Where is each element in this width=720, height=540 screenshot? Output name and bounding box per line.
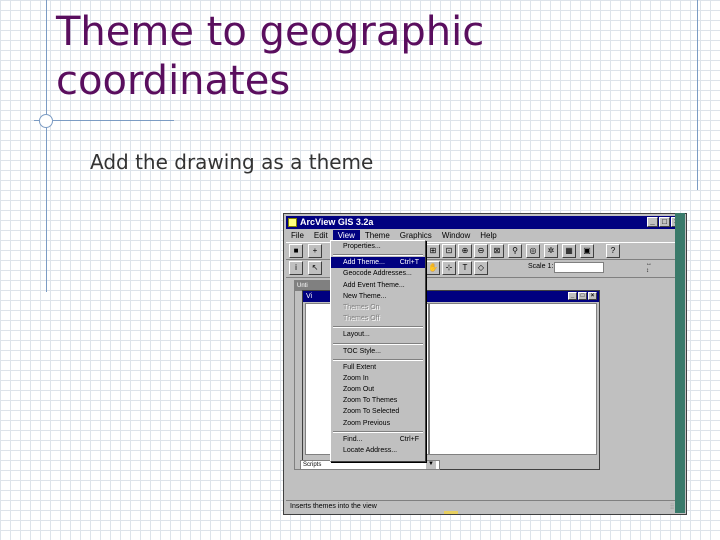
- zoom-themes-icon[interactable]: ⊡: [442, 244, 456, 258]
- coordinate-readout-icon: ↔ ↕: [646, 261, 652, 274]
- chart-icon[interactable]: ▦: [562, 244, 576, 258]
- app-title: ArcView GIS 3.2a: [300, 217, 374, 227]
- menu-item-label: Zoom In: [343, 374, 369, 382]
- menu-item-label: Zoom Out: [343, 386, 375, 394]
- menu-item-label: Zoom To Themes: [343, 397, 398, 405]
- menu-item-themes-off[interactable]: Themes Off: [331, 313, 425, 324]
- text-tool-icon[interactable]: T: [458, 261, 472, 275]
- measure-icon[interactable]: ⊹: [442, 261, 456, 275]
- status-text: Inserts themes into the view: [290, 503, 377, 510]
- save-icon[interactable]: ■: [289, 244, 303, 258]
- menu-item-properties[interactable]: Properties...: [331, 241, 425, 252]
- menu-item-zoom-out[interactable]: Zoom Out: [331, 384, 425, 395]
- menu-item-add-theme[interactable]: Add Theme... Ctrl+T: [331, 257, 425, 269]
- find-icon[interactable]: ⚲: [508, 244, 522, 258]
- menu-item-label: Layout...: [343, 331, 370, 339]
- menu-item-label: Full Extent: [343, 363, 377, 371]
- arcview-screenshot: ArcView GIS 3.2a _ □ × FileEditViewTheme…: [283, 213, 687, 515]
- menu-item-label: Find...: [343, 435, 363, 443]
- add-theme-icon[interactable]: +: [308, 244, 322, 258]
- decorative-vertical-line: [46, 0, 47, 292]
- menu-item-shortcut: Ctrl+F: [399, 435, 419, 443]
- menu-item-label: TOC Style...: [343, 347, 381, 355]
- menu-item-toc-style[interactable]: TOC Style...: [331, 346, 425, 357]
- menu-item-shortcut: Ctrl+T: [399, 259, 419, 267]
- bullet-text: Add the drawing as a theme: [90, 150, 374, 174]
- slide-title-line2: coordinates: [56, 58, 291, 104]
- menu-item-label: Themes On: [343, 303, 380, 311]
- view-window-title-text: Vi: [306, 293, 313, 300]
- menu-item-add-event-theme[interactable]: Add Event Theme...: [331, 280, 425, 291]
- view-close-button[interactable]: ×: [588, 292, 597, 300]
- slide-title: Theme to geographic coordinates: [56, 8, 616, 106]
- decorative-circle: [39, 114, 53, 128]
- slide-title-line1: Theme to geographic: [56, 9, 485, 55]
- menu-file[interactable]: File: [286, 230, 309, 242]
- decorative-right-line: [697, 0, 698, 190]
- status-bar: Inserts themes into the view ⁞⁞: [286, 500, 684, 512]
- screenshot-right-strip: [675, 213, 685, 513]
- scale-label: Scale 1:: [528, 263, 554, 270]
- chevron-down-icon[interactable]: ▼: [426, 461, 436, 469]
- decorative-horizontal-line: [34, 120, 174, 121]
- view-maximize-button[interactable]: □: [578, 292, 587, 300]
- menu-item-label: Themes Off: [343, 315, 380, 323]
- scale-input[interactable]: [554, 262, 604, 273]
- resize-grip-icon[interactable]: ⁞⁞: [670, 502, 674, 514]
- draw-tool-icon[interactable]: ◇: [474, 261, 488, 275]
- pointer-icon[interactable]: ↖: [308, 261, 322, 275]
- zoom-full-icon[interactable]: ⊞: [426, 244, 440, 258]
- pan-icon[interactable]: ✋: [426, 261, 440, 275]
- view-minimize-button[interactable]: _: [568, 292, 577, 300]
- menu-item-label: Add Event Theme...: [343, 281, 405, 289]
- menu-item-zoom-previous[interactable]: Zoom Previous: [331, 418, 425, 429]
- menu-item-full-extent[interactable]: Full Extent: [331, 362, 425, 373]
- view-menu-dropdown: Properties... Add Theme... Ctrl+T Geocode A…: [330, 240, 426, 462]
- menu-item-layout[interactable]: Layout...: [331, 329, 425, 340]
- menu-help[interactable]: Help: [475, 230, 501, 242]
- menu-item-new-theme[interactable]: New Theme...: [331, 291, 425, 302]
- maximize-button[interactable]: □: [659, 217, 670, 227]
- menu-item-label: New Theme...: [343, 292, 387, 300]
- menu-item-zoom-to-selected[interactable]: Zoom To Selected: [331, 406, 425, 417]
- identify-icon[interactable]: i: [289, 261, 303, 275]
- menu-item-zoom-in[interactable]: Zoom In: [331, 373, 425, 384]
- scripts-label: Scripts: [303, 462, 322, 468]
- menu-item-label: Properties...: [343, 243, 381, 250]
- menu-item-geocode-addresses[interactable]: Geocode Addresses...: [331, 268, 425, 279]
- menu-item-label: Zoom Previous: [343, 419, 391, 427]
- zoom-out-icon[interactable]: ⊖: [474, 244, 488, 258]
- map-display[interactable]: [429, 303, 597, 455]
- menu-item-themes-on[interactable]: Themes On: [331, 302, 425, 313]
- locate-icon[interactable]: ◎: [526, 244, 540, 258]
- menu-item-label: Geocode Addresses...: [343, 270, 412, 278]
- query-icon[interactable]: ✲: [544, 244, 558, 258]
- help-icon[interactable]: ?: [606, 244, 620, 258]
- menu-item-label: Locate Address...: [343, 447, 398, 454]
- menu-item-find[interactable]: Find... Ctrl+F: [331, 434, 425, 445]
- minimize-button[interactable]: _: [647, 217, 658, 227]
- select-features-icon[interactable]: ⊠: [490, 244, 504, 258]
- app-titlebar: ArcView GIS 3.2a _ □ ×: [286, 216, 684, 229]
- taskbar-fragment: [444, 511, 458, 514]
- menu-item-label: Zoom To Selected: [343, 408, 400, 416]
- menu-item-zoom-to-themes[interactable]: Zoom To Themes: [331, 395, 425, 406]
- menu-item-locate-address[interactable]: Locate Address...: [331, 445, 425, 456]
- zoom-in-icon[interactable]: ⊕: [458, 244, 472, 258]
- menu-item-label: Add Theme...: [343, 259, 385, 267]
- layout-icon[interactable]: ▣: [580, 244, 594, 258]
- arcview-app-icon: [288, 218, 297, 227]
- menu-window[interactable]: Window: [437, 230, 475, 242]
